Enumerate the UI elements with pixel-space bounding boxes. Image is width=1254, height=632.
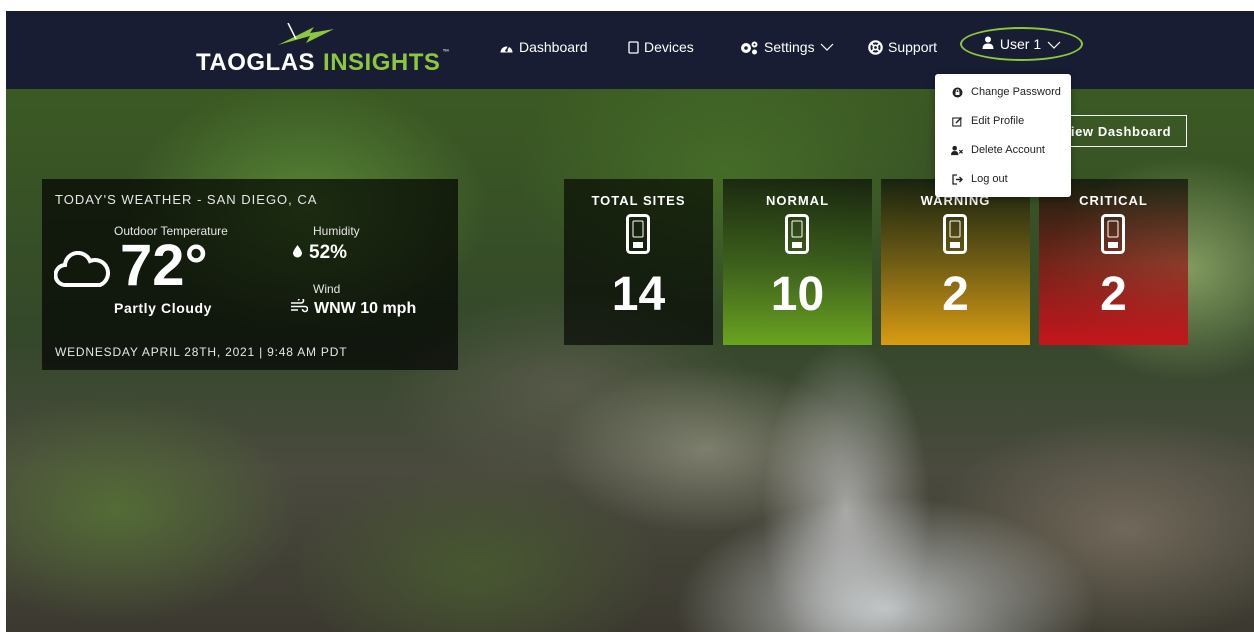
logo-word-taoglas: TAOGLAS	[196, 49, 316, 76]
device-icon	[1101, 214, 1125, 259]
lock-icon	[951, 87, 963, 98]
logo-swoosh-icon	[278, 23, 334, 45]
temperature-value: 72°	[120, 233, 208, 298]
menu-delete-account-label: Delete Account	[971, 144, 1045, 156]
menu-log-out-label: Log out	[971, 173, 1008, 185]
gears-icon	[739, 40, 759, 55]
menu-change-password-label: Change Password	[971, 86, 1061, 98]
menu-log-out[interactable]: Log out	[935, 165, 1071, 193]
device-icon	[626, 214, 650, 259]
nav-support[interactable]: Support	[868, 37, 937, 57]
nav-dashboard[interactable]: Dashboard	[499, 37, 588, 57]
weather-condition: Partly Cloudy	[114, 300, 213, 316]
tile-total-sites[interactable]: TOTAL SITES 14	[564, 179, 713, 345]
nav-settings[interactable]: Settings	[739, 37, 834, 57]
user-menu-button[interactable]: User 1	[960, 27, 1083, 61]
logo-word-insights: INSIGHTS	[323, 49, 441, 76]
chevron-down-icon	[1047, 36, 1061, 52]
tile-warning[interactable]: WARNING 2	[881, 179, 1030, 345]
device-icon	[943, 214, 967, 259]
logo-text: TAOGLAS INSIGHTS ™	[196, 49, 450, 77]
wind-value: WNW 10 mph	[314, 299, 417, 317]
weather-panel: TODAY'S WEATHER - SAN DIEGO, CA Outdoor …	[42, 179, 458, 370]
humidity-row: 52%	[292, 242, 347, 264]
wind-row: WNW 10 mph	[290, 297, 417, 318]
menu-edit-profile[interactable]: Edit Profile	[935, 107, 1071, 135]
device-icon	[785, 214, 809, 259]
nav-devices-label: Devices	[644, 39, 694, 55]
tile-critical[interactable]: CRITICAL 2	[1039, 179, 1188, 345]
nav-dashboard-label: Dashboard	[519, 39, 588, 55]
logout-icon	[951, 173, 963, 185]
view-dashboard-label: View Dashboard	[1061, 123, 1172, 139]
chevron-down-icon	[820, 43, 834, 51]
tile-total-value: 14	[611, 268, 666, 321]
cloud-icon	[53, 250, 110, 294]
logo-trademark: ™	[442, 49, 450, 56]
app-frame: TAOGLAS INSIGHTS ™ Dashboard Devices Setti…	[6, 11, 1254, 632]
nav-support-label: Support	[888, 39, 938, 55]
humidity-label: Humidity	[313, 224, 360, 238]
tile-normal-label: NORMAL	[765, 193, 830, 208]
tile-critical-value: 2	[1100, 268, 1127, 321]
tile-total-label: TOTAL SITES	[591, 193, 686, 208]
weather-datetime: WEDNESDAY APRIL 28TH, 2021 | 9:48 AM PDT	[55, 345, 348, 359]
droplet-icon	[292, 242, 303, 264]
weather-title: TODAY'S WEATHER - SAN DIEGO, CA	[55, 192, 318, 207]
wind-label: Wind	[313, 282, 341, 296]
humidity-value: 52%	[309, 242, 348, 263]
user-name: User 1	[999, 36, 1042, 52]
brand-logo[interactable]: TAOGLAS INSIGHTS ™	[192, 23, 449, 79]
nav-devices[interactable]: Devices	[628, 37, 694, 57]
lifebuoy-icon	[868, 39, 883, 55]
tablet-icon	[628, 40, 639, 54]
menu-edit-profile-label: Edit Profile	[971, 115, 1025, 127]
tile-normal[interactable]: NORMAL 10	[723, 179, 872, 345]
tile-normal-value: 10	[770, 268, 825, 321]
gauge-icon	[499, 41, 514, 54]
nav-settings-label: Settings	[764, 39, 815, 55]
edit-icon	[951, 116, 963, 127]
menu-delete-account[interactable]: Delete Account	[935, 136, 1071, 164]
user-remove-icon	[951, 145, 963, 156]
tile-warning-value: 2	[942, 268, 969, 321]
user-dropdown-menu: Change Password Edit Profile Delete Acco…	[935, 74, 1071, 197]
menu-change-password[interactable]: Change Password	[935, 78, 1071, 106]
wind-icon	[290, 297, 309, 318]
user-icon	[982, 36, 994, 52]
